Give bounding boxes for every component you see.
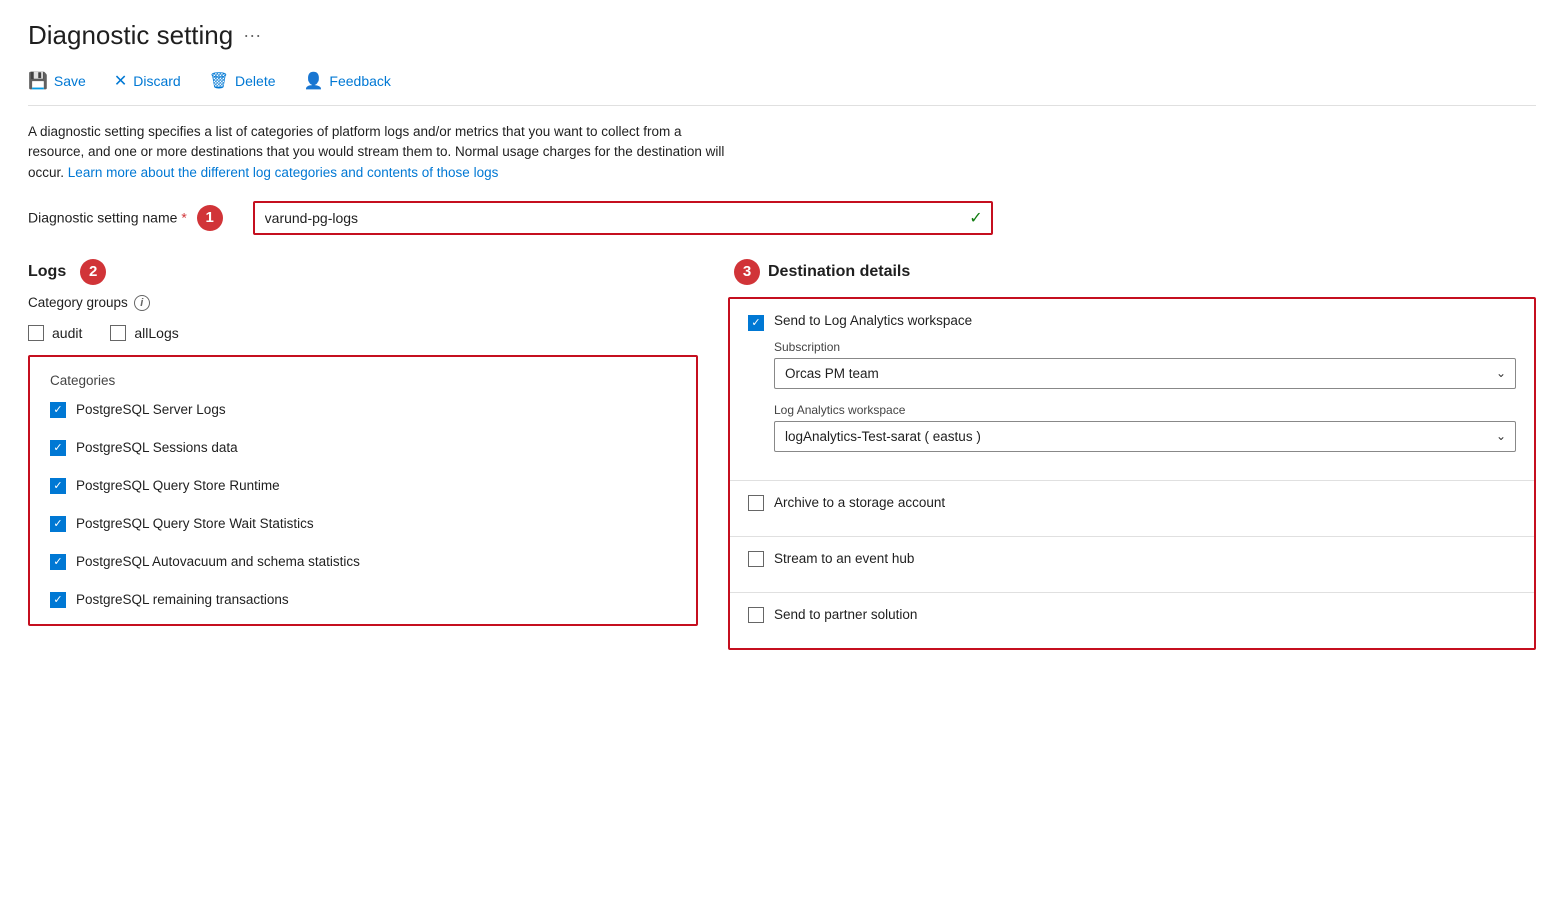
list-item: ✓ PostgreSQL Sessions data xyxy=(50,440,676,456)
toolbar: 💾 Save ✕ Discard 🗑 Delete 👤 Feedback xyxy=(28,67,1536,106)
category-groups-checkboxes: audit allLogs xyxy=(28,325,698,341)
step-badge-3: 3 xyxy=(734,259,760,285)
setting-name-label: Diagnostic setting name * 1 xyxy=(28,205,223,231)
logs-panel: Logs 2 Category groups i audit allLogs C… xyxy=(28,259,698,626)
log-analytics-content: Send to Log Analytics workspace Subscrip… xyxy=(774,313,1516,466)
audit-label: audit xyxy=(52,325,82,341)
main-content: Logs 2 Category groups i audit allLogs C… xyxy=(28,259,1536,650)
feedback-button[interactable]: 👤 Feedback xyxy=(304,67,405,95)
discard-icon: ✕ xyxy=(114,71,127,91)
workspace-dropdown[interactable]: logAnalytics-Test-sarat ( eastus ) xyxy=(774,421,1516,452)
delete-icon: 🗑 xyxy=(209,71,229,91)
partner-label: Send to partner solution xyxy=(774,607,1516,622)
subscription-dropdown-wrap: Orcas PM team ⌄ xyxy=(774,358,1516,389)
description-section: A diagnostic setting specifies a list of… xyxy=(28,122,728,183)
delete-button[interactable]: 🗑 Delete xyxy=(209,67,290,95)
required-star: * xyxy=(181,209,186,225)
log-analytics-destination-item: ✓ Send to Log Analytics workspace Subscr… xyxy=(730,299,1534,481)
discard-button[interactable]: ✕ Discard xyxy=(114,67,195,95)
destination-title: 3 Destination details xyxy=(728,259,1536,285)
step-badge-1: 1 xyxy=(197,205,223,231)
partner-content: Send to partner solution xyxy=(774,607,1516,634)
postgresql-server-logs-checkbox[interactable]: ✓ xyxy=(50,402,66,418)
audit-checkbox-item[interactable]: audit xyxy=(28,325,82,341)
setting-name-input-wrap: ✓ xyxy=(253,201,993,235)
postgresql-autovacuum-label: PostgreSQL Autovacuum and schema statist… xyxy=(76,554,360,569)
postgresql-sessions-data-checkbox[interactable]: ✓ xyxy=(50,440,66,456)
postgresql-autovacuum-checkbox[interactable]: ✓ xyxy=(50,554,66,570)
event-hub-destination-item: Stream to an event hub xyxy=(730,537,1534,593)
logs-section-title: Logs 2 xyxy=(28,259,698,285)
learn-more-link[interactable]: Learn more about the different log categ… xyxy=(68,165,499,180)
subscription-label: Subscription xyxy=(774,340,1516,354)
event-hub-checkbox[interactable] xyxy=(748,551,764,567)
list-item: ✓ PostgreSQL Query Store Runtime xyxy=(50,478,676,494)
storage-checkbox[interactable] xyxy=(748,495,764,511)
storage-label: Archive to a storage account xyxy=(774,495,1516,510)
categories-box: Categories ✓ PostgreSQL Server Logs ✓ Po… xyxy=(28,355,698,626)
log-analytics-label: Send to Log Analytics workspace xyxy=(774,313,1516,328)
destination-box: ✓ Send to Log Analytics workspace Subscr… xyxy=(728,297,1536,650)
page-title-section: Diagnostic setting ··· xyxy=(28,20,1536,51)
setting-name-input-container: ✓ xyxy=(253,201,993,235)
postgresql-query-store-runtime-label: PostgreSQL Query Store Runtime xyxy=(76,478,280,493)
destination-panel: 3 Destination details ✓ Send to Log Anal… xyxy=(728,259,1536,650)
save-button[interactable]: 💾 Save xyxy=(28,67,100,95)
step-badge-2: 2 xyxy=(80,259,106,285)
subscription-dropdown[interactable]: Orcas PM team xyxy=(774,358,1516,389)
setting-name-row: Diagnostic setting name * 1 ✓ xyxy=(28,201,1536,235)
postgresql-server-logs-label: PostgreSQL Server Logs xyxy=(76,402,226,417)
postgresql-remaining-transactions-checkbox[interactable]: ✓ xyxy=(50,592,66,608)
postgresql-query-store-wait-statistics-checkbox[interactable]: ✓ xyxy=(50,516,66,532)
allLogs-checkbox[interactable] xyxy=(110,325,126,341)
allLogs-checkbox-item[interactable]: allLogs xyxy=(110,325,178,341)
storage-destination-item: Archive to a storage account xyxy=(730,481,1534,537)
page-title: Diagnostic setting xyxy=(28,20,233,51)
allLogs-label: allLogs xyxy=(134,325,178,341)
postgresql-remaining-transactions-label: PostgreSQL remaining transactions xyxy=(76,592,289,607)
storage-content: Archive to a storage account xyxy=(774,495,1516,522)
category-groups-row: Category groups i xyxy=(28,295,698,311)
list-item: ✓ PostgreSQL Server Logs xyxy=(50,402,676,418)
partner-destination-item: Send to partner solution xyxy=(730,593,1534,648)
postgresql-query-store-runtime-checkbox[interactable]: ✓ xyxy=(50,478,66,494)
log-analytics-checkbox[interactable]: ✓ xyxy=(748,315,764,331)
category-groups-label: Category groups xyxy=(28,295,128,310)
setting-name-input[interactable] xyxy=(253,201,993,235)
workspace-dropdown-wrap: logAnalytics-Test-sarat ( eastus ) ⌄ xyxy=(774,421,1516,452)
event-hub-content: Stream to an event hub xyxy=(774,551,1516,578)
info-icon: i xyxy=(134,295,150,311)
event-hub-label: Stream to an event hub xyxy=(774,551,1516,566)
feedback-icon: 👤 xyxy=(304,71,324,91)
postgresql-query-store-wait-statistics-label: PostgreSQL Query Store Wait Statistics xyxy=(76,516,314,531)
workspace-label: Log Analytics workspace xyxy=(774,403,1516,417)
postgresql-sessions-data-label: PostgreSQL Sessions data xyxy=(76,440,238,455)
categories-title: Categories xyxy=(50,373,676,388)
page-title-ellipsis: ··· xyxy=(243,25,261,46)
save-icon: 💾 xyxy=(28,71,48,91)
list-item: ✓ PostgreSQL Query Store Wait Statistics xyxy=(50,516,676,532)
list-item: ✓ PostgreSQL remaining transactions xyxy=(50,592,676,608)
partner-checkbox[interactable] xyxy=(748,607,764,623)
list-item: ✓ PostgreSQL Autovacuum and schema stati… xyxy=(50,554,676,570)
audit-checkbox[interactable] xyxy=(28,325,44,341)
input-valid-checkmark: ✓ xyxy=(969,208,982,228)
